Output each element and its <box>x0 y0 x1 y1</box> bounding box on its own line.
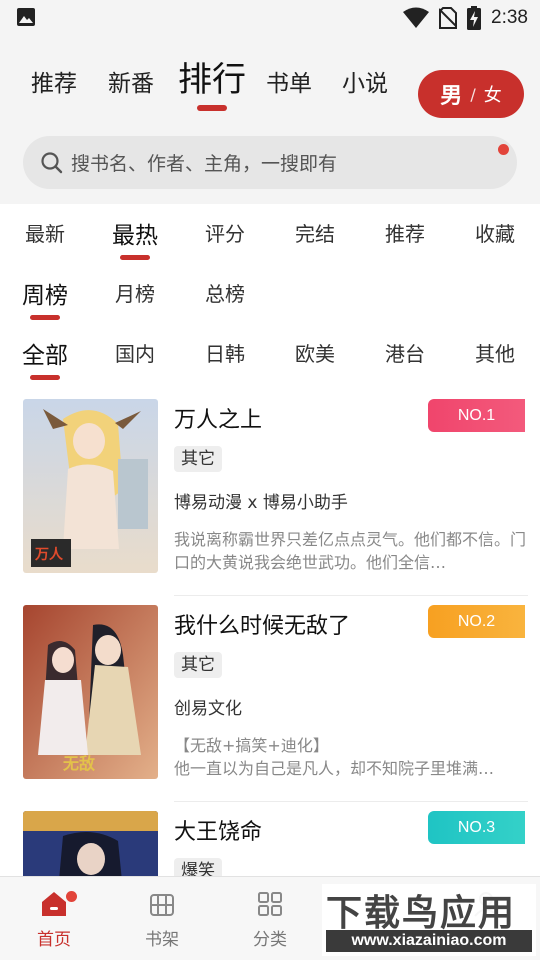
bookshelf-icon <box>150 894 174 916</box>
book-title[interactable]: 大王饶命 <box>174 814 262 846</box>
category-grid-icon <box>258 892 282 916</box>
filter-weekly[interactable]: 周榜 <box>22 276 68 320</box>
filter-rating[interactable]: 评分 <box>205 218 245 247</box>
filter-hk-tw[interactable]: 港台 <box>385 338 425 367</box>
search-placeholder: 搜书名、作者、主角，一搜即有 <box>71 153 338 175</box>
image-icon <box>17 8 35 26</box>
period-filter-row: 周榜 月榜 总榜 <box>0 268 540 320</box>
rank-badge: NO.2 <box>428 605 525 638</box>
battery-charging-icon <box>467 6 482 30</box>
rank-badge: NO.1 <box>428 399 525 432</box>
genre-tag: 其它 <box>174 652 222 678</box>
filter-all-regions[interactable]: 全部 <box>22 336 68 380</box>
search-bar[interactable]: 搜书名、作者、主角，一搜即有 <box>23 136 517 189</box>
filter-domestic[interactable]: 国内 <box>115 338 155 367</box>
top-tabs: 推荐 新番 排行 书单 小说 男 / 女 <box>0 50 540 118</box>
book-title[interactable]: 万人之上 <box>174 402 262 434</box>
tab-booklist[interactable]: 书单 <box>266 64 312 98</box>
gender-toggle[interactable]: 男 / 女 <box>418 70 524 118</box>
tab-ranking-label: 排行 <box>178 60 246 100</box>
sort-filter-row: 最新 最热 评分 完结 推荐 收藏 <box>0 208 540 260</box>
list-item[interactable]: 万人 万人之上 其它 博易动漫 x 博易小助手 我说离称霸世界只差亿点点灵气。他… <box>0 390 540 596</box>
filter-all-regions-label: 全部 <box>22 343 68 369</box>
book-author: 创易文化 <box>174 699 242 719</box>
filter-favorites[interactable]: 收藏 <box>475 218 515 247</box>
gender-female[interactable]: 女 <box>484 81 502 107</box>
nav-bookshelf-label: 书架 <box>145 930 179 950</box>
book-cover[interactable] <box>23 811 158 876</box>
filter-completed[interactable]: 完结 <box>295 218 335 247</box>
tab-new-series[interactable]: 新番 <box>108 64 154 98</box>
nav-category[interactable]: 分类 <box>225 889 315 950</box>
nav-category-label: 分类 <box>253 930 287 950</box>
svg-text:万人: 万人 <box>34 546 64 563</box>
rank-badge: NO.3 <box>428 811 525 844</box>
genre-tag: 爆笑 <box>174 858 222 876</box>
notification-dot <box>498 144 509 155</box>
svg-text:无敌: 无敌 <box>62 754 95 773</box>
book-cover[interactable]: 万人 <box>23 399 158 573</box>
active-tab-indicator <box>197 105 227 111</box>
filter-other[interactable]: 其他 <box>475 338 515 367</box>
book-description: 我说离称霸世界只差亿点点灵气。他们都不信。门口的大黄说我会绝世武功。他们全信… <box>174 530 527 572</box>
filter-hottest-label: 最热 <box>112 223 158 249</box>
ranking-list: 万人 万人之上 其它 博易动漫 x 博易小助手 我说离称霸世界只差亿点点灵气。他… <box>0 390 540 876</box>
status-bar: 2:38 <box>0 0 540 36</box>
book-description: 【无敌+搞笑+迪化】 他一直以为自己是凡人，却不知院子里堆满… <box>174 736 495 778</box>
list-item[interactable]: 大王饶命 爆笑 NO.3 <box>0 802 540 876</box>
region-filter-row: 全部 国内 日韩 欧美 港台 其他 <box>0 328 540 380</box>
header: 推荐 新番 排行 书单 小说 男 / 女 搜书名、作者、主角，一搜即有 <box>0 36 540 204</box>
no-sim-icon <box>439 7 458 29</box>
filter-west[interactable]: 欧美 <box>295 338 335 367</box>
clock-time: 2:38 <box>491 7 528 28</box>
active-filter-indicator <box>30 315 60 320</box>
filter-japan-korea[interactable]: 日韩 <box>205 338 245 367</box>
book-title[interactable]: 我什么时候无敌了 <box>174 608 350 640</box>
home-icon <box>42 892 66 916</box>
watermark-url: www.xiazainiao.com <box>326 930 532 952</box>
gender-separator: / <box>470 84 476 104</box>
tab-novel[interactable]: 小说 <box>342 64 388 98</box>
list-item[interactable]: 无敌 我什么时候无敌了 其它 创易文化 【无敌+搞笑+迪化】 他一直以为自己是凡… <box>0 596 540 802</box>
active-filter-indicator <box>30 375 60 380</box>
search-icon <box>41 151 63 173</box>
book-cover[interactable]: 无敌 <box>23 605 158 779</box>
notification-dot <box>66 891 77 902</box>
nav-home-label: 首页 <box>37 930 71 950</box>
nav-bookshelf[interactable]: 书架 <box>117 889 207 950</box>
tab-recommend[interactable]: 推荐 <box>31 64 77 98</box>
filter-monthly[interactable]: 月榜 <box>115 278 155 307</box>
tab-ranking[interactable]: 排行 <box>178 52 246 111</box>
active-filter-indicator <box>120 255 150 260</box>
wifi-icon <box>403 7 430 28</box>
watermark-title: 下载鸟应用 <box>326 893 517 934</box>
filter-latest[interactable]: 最新 <box>25 218 65 247</box>
nav-home[interactable]: 首页 <box>9 889 99 950</box>
filter-weekly-label: 周榜 <box>22 283 68 309</box>
gender-male[interactable]: 男 <box>440 78 462 110</box>
watermark-logo: 下载鸟应用 www.xiazainiao.com <box>322 884 536 956</box>
filter-hottest[interactable]: 最热 <box>112 216 158 260</box>
genre-tag: 其它 <box>174 446 222 472</box>
filter-recommend[interactable]: 推荐 <box>385 218 425 247</box>
filter-all-time[interactable]: 总榜 <box>205 278 245 307</box>
book-author: 博易动漫 x 博易小助手 <box>174 493 348 513</box>
